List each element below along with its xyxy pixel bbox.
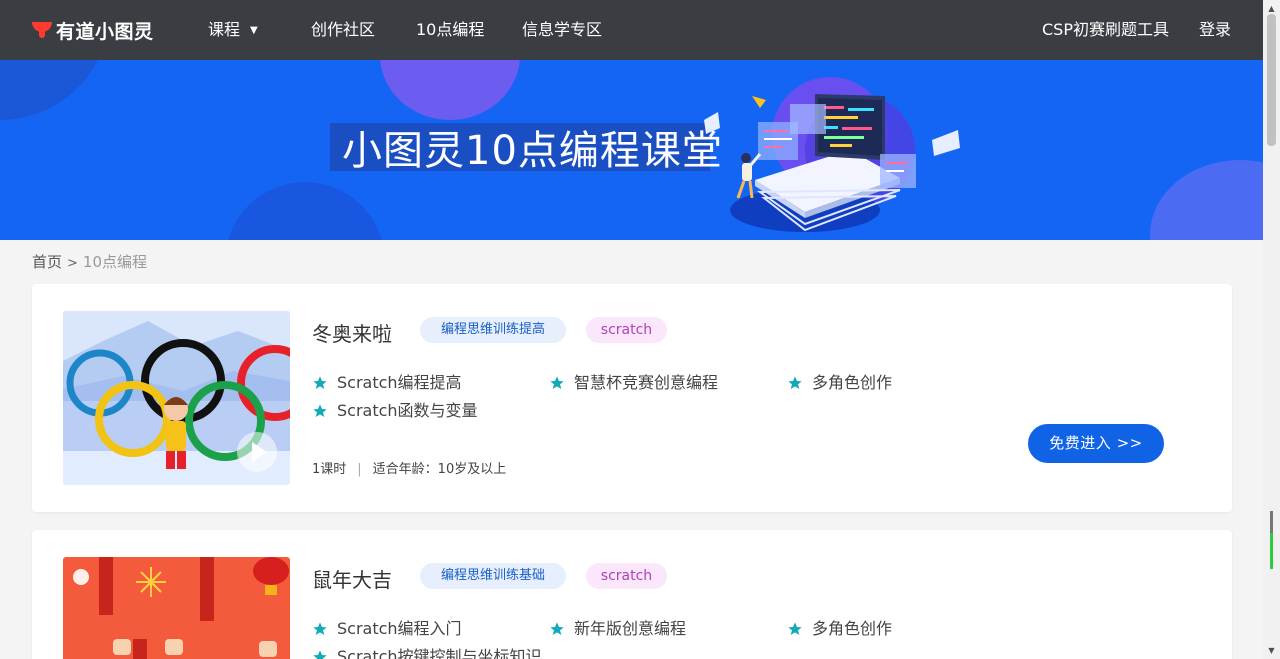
feature-item: 智慧杯竞赛创意编程	[549, 373, 718, 393]
laptop-illustration	[704, 77, 960, 232]
top-nav: 有道小图灵 课程 ▼ 创作社区 10点编程 信息学专区 CSP初赛刷题工具 登录	[0, 0, 1263, 60]
breadcrumb: 首页 >10点编程	[32, 252, 147, 274]
breadcrumb-current: 10点编程	[82, 253, 148, 271]
feature-label: 智慧杯竞赛创意编程	[574, 373, 719, 392]
hero-banner: 小图灵10点编程课堂	[0, 60, 1263, 240]
meta-divider: |	[357, 462, 362, 477]
scroll-down-arrow-icon[interactable]: ▼	[1263, 642, 1280, 659]
nav-courses-label: 课程	[208, 20, 241, 39]
scrollbar-marker	[1270, 511, 1273, 533]
feature-label: 多角色创作	[812, 619, 893, 638]
feature-item: Scratch函数与变量	[312, 401, 478, 421]
star-icon	[788, 622, 802, 635]
star-icon	[550, 376, 564, 389]
feature-label: Scratch函数与变量	[337, 401, 478, 420]
feature-label: 新年版创意编程	[574, 619, 687, 638]
star-icon	[313, 650, 327, 659]
level-tag: 编程思维训练提高	[420, 317, 566, 343]
banner-title: 小图灵10点编程课堂	[342, 128, 723, 174]
free-enter-button[interactable]: 免费进入 >>	[1028, 424, 1164, 463]
olympic-rings-image	[63, 311, 290, 485]
logo-text: 有道小图灵	[56, 20, 154, 43]
scrollbar-thumb[interactable]	[1267, 14, 1276, 146]
banner-blob	[1150, 160, 1263, 240]
caret-down-icon: ▼	[250, 25, 258, 36]
scrollbar-marker	[1270, 533, 1273, 569]
feature-item: 多角色创作	[787, 619, 892, 639]
language-tag: scratch	[586, 317, 667, 343]
logo[interactable]: 有道小图灵	[32, 18, 154, 43]
nav-courses[interactable]: 课程 ▼	[208, 19, 258, 42]
feature-item: Scratch编程提高	[312, 373, 462, 393]
logo-icon	[32, 20, 54, 40]
feature-item: 多角色创作	[787, 373, 892, 393]
page-scrollbar[interactable]: ▲ ▼	[1263, 0, 1280, 659]
feature-item: 新年版创意编程	[549, 619, 686, 639]
star-icon	[313, 404, 327, 417]
nav-login[interactable]: 登录	[1199, 19, 1231, 41]
nav-informatics[interactable]: 信息学专区	[522, 19, 602, 41]
breadcrumb-separator: >	[67, 256, 78, 271]
banner-blob	[380, 60, 520, 120]
feature-label: 多角色创作	[812, 373, 893, 392]
language-tag: scratch	[586, 563, 667, 589]
feature-label: Scratch按键控制与坐标知识	[337, 647, 542, 659]
feature-item: Scratch按键控制与坐标知识	[312, 647, 542, 659]
level-tag: 编程思维训练基础	[420, 563, 566, 589]
nav-community[interactable]: 创作社区	[311, 19, 375, 41]
course-thumbnail[interactable]	[63, 557, 290, 659]
course-card[interactable]: 冬奥来啦 编程思维训练提高 scratch Scratch编程提高 智慧杯竞赛创…	[32, 284, 1232, 512]
course-meta: 1课时 | 适合年龄：10岁及以上	[312, 458, 506, 477]
new-year-image	[63, 557, 290, 659]
course-title[interactable]: 冬奥来啦	[312, 318, 392, 347]
lesson-count: 1课时	[312, 462, 347, 477]
course-card[interactable]: 鼠年大吉 编程思维训练基础 scratch Scratch编程入门 新年版创意编…	[32, 530, 1232, 659]
feature-label: Scratch编程提高	[337, 373, 462, 392]
nav-csp-tool[interactable]: CSP初赛刷题工具	[1042, 19, 1169, 41]
age-range: 适合年龄：10岁及以上	[372, 462, 507, 477]
banner-blob	[0, 60, 110, 120]
breadcrumb-home[interactable]: 首页	[32, 253, 62, 271]
banner-blob	[225, 182, 385, 240]
star-icon	[550, 622, 564, 635]
star-icon	[313, 376, 327, 389]
nav-ten-oclock[interactable]: 10点编程	[416, 19, 484, 41]
star-icon	[788, 376, 802, 389]
feature-label: Scratch编程入门	[337, 619, 462, 638]
feature-item: Scratch编程入门	[312, 619, 462, 639]
star-icon	[313, 622, 327, 635]
course-thumbnail[interactable]	[63, 311, 290, 485]
course-title[interactable]: 鼠年大吉	[312, 564, 392, 593]
